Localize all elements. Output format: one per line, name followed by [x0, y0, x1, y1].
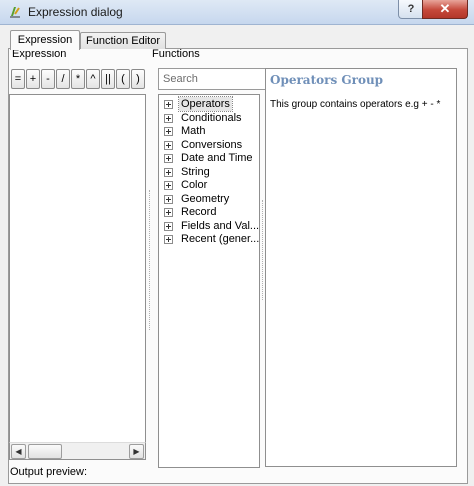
operator-power-button[interactable]: ^ [86, 69, 100, 89]
expand-plus-icon[interactable] [164, 100, 173, 109]
operator-open-paren-button[interactable]: ( [116, 69, 130, 89]
operator-close-paren-button[interactable]: ) [131, 69, 145, 89]
tree-item-label: Recent (gener... [181, 233, 260, 245]
expand-plus-icon[interactable] [164, 127, 173, 136]
expand-plus-icon[interactable] [164, 154, 173, 163]
tree-item-label: Date and Time [181, 152, 253, 164]
expression-app-icon [10, 7, 20, 18]
tree-item-label: Math [181, 125, 206, 137]
tree-item-label: Conversions [181, 139, 243, 151]
expand-plus-icon[interactable] [164, 181, 173, 190]
operator-divide-button[interactable]: / [56, 69, 70, 89]
expression-editor[interactable] [9, 94, 146, 460]
help-title: Operators Group [270, 73, 384, 87]
functions-section-label: Functions [152, 48, 200, 60]
arrow-right-icon[interactable]: ▶ [129, 444, 144, 459]
tree-item-label: Fields and Val... [181, 220, 260, 232]
help-description: This group contains operators e.g + - * [270, 99, 441, 110]
operator-multiply-button[interactable]: * [71, 69, 85, 89]
tree-item-label: Conditionals [181, 112, 242, 124]
arrow-left-icon[interactable]: ◀ [11, 444, 26, 459]
operator-plus-button[interactable]: + [26, 69, 40, 89]
expand-plus-icon[interactable] [164, 114, 173, 123]
tab-function-editor[interactable]: Function Editor [80, 32, 166, 49]
tree-item-label: Record [181, 206, 217, 218]
expand-plus-icon[interactable] [164, 222, 173, 231]
output-preview-label: Output preview: [10, 466, 88, 478]
scrollbar-thumb[interactable] [28, 444, 62, 459]
operator-equals-button[interactable]: = [11, 69, 25, 89]
tree-item-label: Geometry [181, 193, 230, 205]
operator-minus-button[interactable]: - [41, 69, 55, 89]
tree-item-label: Color [181, 179, 208, 191]
operator-concat-button[interactable]: || [101, 69, 115, 89]
function-search-input[interactable] [158, 68, 268, 90]
function-help-panel: Operators Group This group contains oper… [265, 68, 457, 467]
tab-expression[interactable]: Expression [10, 30, 80, 50]
expand-plus-icon[interactable] [164, 195, 173, 204]
splitter-handle-left[interactable] [149, 190, 153, 330]
expression-horizontal-scrollbar[interactable]: ◀ ▶ [9, 442, 146, 460]
expand-plus-icon[interactable] [164, 168, 173, 177]
expand-plus-icon[interactable] [164, 141, 173, 150]
window-title: Expression dialog [28, 5, 123, 19]
help-button[interactable]: ? [398, 0, 424, 19]
expand-plus-icon[interactable] [164, 208, 173, 217]
tree-item-label: Operators [178, 96, 233, 112]
expand-plus-icon[interactable] [164, 235, 173, 244]
tree-item-label: String [181, 166, 210, 178]
function-tree[interactable]: Operators Conditionals Math Conversions … [158, 94, 260, 468]
close-button[interactable]: ✕ [422, 0, 468, 19]
